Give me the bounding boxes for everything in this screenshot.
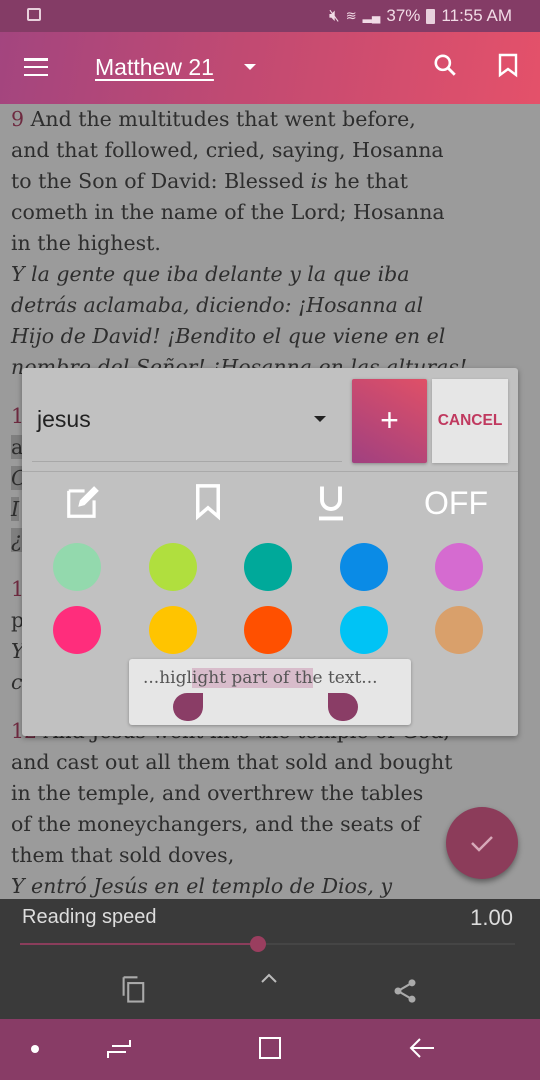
- verse-fragment: ¿: [11, 528, 22, 552]
- system-nav-bar: [0, 1019, 540, 1080]
- app-bar: Matthew 21: [0, 32, 540, 104]
- highlight-color-swatch[interactable]: [148, 543, 197, 591]
- underline-icon[interactable]: [313, 483, 349, 523]
- highlight-preview: ...higlight part of the text...: [129, 659, 411, 725]
- verse-line: and cast out all them that sold and boug…: [11, 750, 453, 774]
- highlight-color-swatch[interactable]: [435, 606, 483, 654]
- search-icon[interactable]: [432, 52, 458, 78]
- highlight-color-swatch[interactable]: [244, 543, 292, 591]
- slider-thumb[interactable]: [249, 936, 266, 952]
- reading-speed-panel: Reading speed 1.00: [0, 899, 540, 1019]
- verse-line-spanish: Y la gente que iba delante y la que iba: [11, 262, 410, 286]
- selection-start-handle[interactable]: [173, 693, 203, 721]
- dropdown-arrow-icon: [314, 416, 326, 422]
- verse-line: cometh in the name of the Lord; Hosanna: [11, 200, 445, 224]
- clock: 11:55 AM: [441, 6, 512, 25]
- highlight-color-swatch[interactable]: [339, 543, 388, 591]
- copy-icon[interactable]: [120, 975, 148, 1005]
- chapter-selector[interactable]: Matthew 21: [95, 54, 214, 81]
- edit-note-icon[interactable]: [64, 483, 102, 521]
- menu-icon[interactable]: [24, 58, 48, 76]
- verse-fragment: I: [11, 497, 20, 521]
- verse-line: of the moneychangers, and the seats of: [11, 812, 421, 836]
- check-icon: [471, 836, 493, 852]
- verse-line-spanish: Y entró Jesús en el templo de Dios, y: [11, 874, 393, 898]
- verse-line: 9 And the multitudes that went before,: [11, 107, 416, 131]
- wifi-icon: ≋: [345, 8, 357, 23]
- signal-icon: ▂▄: [362, 9, 381, 23]
- bookmark-icon[interactable]: [496, 52, 520, 78]
- reading-speed-slider[interactable]: [20, 936, 515, 952]
- verse-line: in the highest.: [11, 231, 161, 255]
- verse-line: and that followed, cried, saying, Hosann…: [11, 138, 444, 162]
- category-dropdown[interactable]: jesus: [32, 378, 342, 462]
- home-icon[interactable]: [257, 1035, 283, 1063]
- highlight-off-button[interactable]: OFF: [424, 485, 488, 522]
- chevron-up-icon[interactable]: [259, 971, 279, 985]
- bookmark-icon[interactable]: [190, 483, 226, 521]
- back-icon[interactable]: [408, 1035, 436, 1061]
- verse-line: in the temple, and overthrew the tables: [11, 781, 424, 805]
- verse-fragment: c: [11, 670, 23, 694]
- reading-speed-value: 1.00: [470, 905, 513, 930]
- mute-icon: 🔇︎: [329, 6, 340, 25]
- confirm-fab[interactable]: [446, 807, 518, 879]
- verse-line: to the Son of David: Blessed is he that: [11, 169, 409, 193]
- add-category-button[interactable]: +: [352, 379, 427, 463]
- battery-icon: [426, 8, 436, 24]
- selection-end-handle[interactable]: [328, 693, 358, 721]
- highlight-color-swatch[interactable]: [339, 606, 388, 654]
- share-icon[interactable]: [391, 977, 419, 1005]
- verse-line-spanish: Hijo de David! ¡Bendito el que viene en …: [11, 324, 446, 348]
- highlight-color-swatch[interactable]: [435, 543, 483, 591]
- recent-apps-icon[interactable]: [106, 1036, 132, 1062]
- highlight-popup: jesus + CANCEL OFF ...higlight part of t…: [22, 368, 518, 736]
- nav-dot-icon[interactable]: [31, 1045, 39, 1053]
- gallery-notification-icon: [27, 8, 41, 21]
- highlight-color-swatch[interactable]: [244, 606, 292, 654]
- status-bar: 🔇︎ ≋ ▂▄ 37% 11:55 AM: [0, 0, 540, 32]
- divider: [22, 471, 518, 472]
- battery-percent: 37%: [386, 6, 421, 25]
- reading-speed-label: Reading speed: [22, 906, 157, 928]
- chevron-down-icon[interactable]: [244, 64, 256, 70]
- verse-line: them that sold doves,: [11, 843, 235, 867]
- verse-line-spanish: detrás aclamaba, diciendo: ¡Hosanna al: [11, 293, 424, 317]
- cancel-button[interactable]: CANCEL: [432, 379, 508, 463]
- highlight-color-swatch[interactable]: [53, 606, 101, 654]
- verse-number: 9: [11, 107, 25, 131]
- highlight-color-swatch[interactable]: [148, 606, 197, 654]
- highlight-color-swatch[interactable]: [53, 543, 101, 591]
